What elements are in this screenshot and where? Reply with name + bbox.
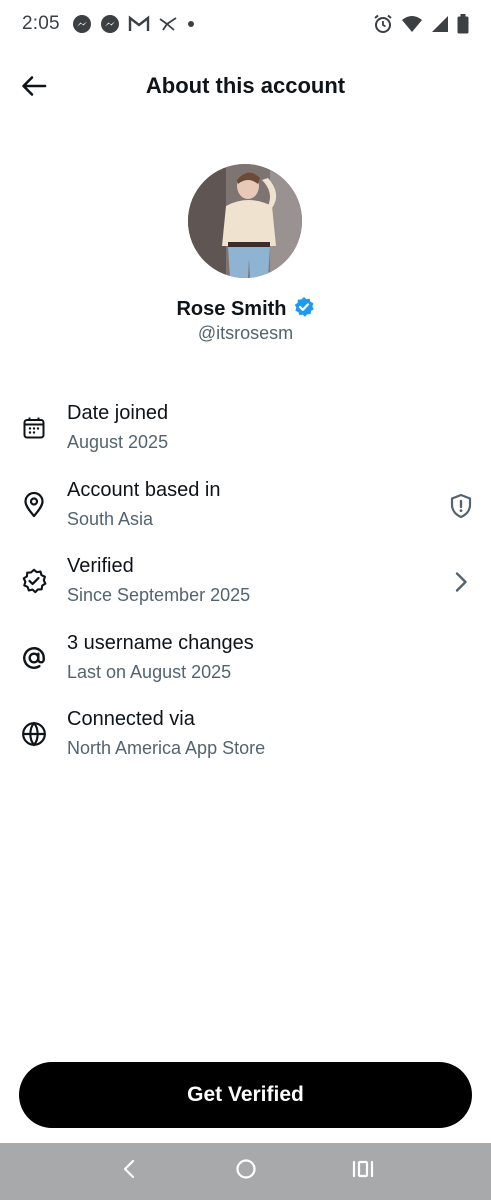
info-text: Date joined August 2025: [67, 400, 168, 455]
info-title: Verified: [67, 555, 134, 577]
status-bar: 2:05: [0, 0, 491, 48]
username: @itsrosesm: [197, 323, 294, 343]
battery-icon: [457, 14, 469, 34]
info-text: Connected via North America App Store: [67, 706, 265, 761]
info-text: Account based in South Asia: [67, 477, 220, 532]
info-subtitle: North America App Store: [67, 738, 266, 758]
page-title: About this account: [145, 73, 346, 98]
info-title: Connected via: [67, 708, 195, 730]
get-verified-button[interactable]: Get Verified: [19, 1062, 472, 1128]
info-subtitle: South Asia: [67, 508, 154, 529]
home-circle-icon: [235, 1158, 257, 1185]
nav-home-button[interactable]: [226, 1152, 266, 1192]
globe-icon: [20, 720, 48, 748]
info-row-date-joined: Date joined August 2025: [0, 392, 491, 469]
info-row-verified[interactable]: Verified Since September 2025: [0, 545, 491, 622]
info-row-username-changes: 3 username changes Last on August 2025: [0, 622, 491, 699]
display-name: Rose Smith: [176, 298, 287, 320]
signal-icon: [431, 15, 449, 33]
dot-icon: [186, 19, 196, 29]
messenger-icon: [100, 14, 120, 34]
calendar-icon: [20, 414, 48, 442]
gmail-icon: [128, 15, 150, 33]
info-subtitle: Since September 2025: [67, 585, 251, 605]
avatar[interactable]: [188, 164, 302, 278]
info-row-account-based-in: Account based in South Asia: [0, 469, 491, 546]
info-subtitle: August 2025: [67, 432, 169, 452]
alarm-icon: [373, 14, 393, 34]
verified-check-icon: [293, 296, 315, 323]
info-title: 3 username changes: [67, 631, 254, 654]
nav-back-button[interactable]: [109, 1152, 149, 1192]
status-right: [373, 14, 469, 34]
display-name-row: Rose Smith: [0, 296, 491, 323]
back-triangle-icon: [121, 1158, 137, 1185]
info-text: 3 username changes Last on August 2025: [67, 630, 254, 685]
info-list: Date joined August 2025 Account based in…: [0, 392, 491, 775]
info-text: Verified Since September 2025: [67, 553, 250, 608]
verified-badge-icon: [20, 567, 48, 595]
status-time: 2:05: [22, 13, 60, 34]
info-subtitle: Last on August 2025: [67, 661, 232, 682]
wifi-icon: [401, 15, 423, 33]
nav-recents-button[interactable]: [343, 1152, 383, 1192]
system-nav-bar: [0, 1143, 491, 1200]
twitter-icon: [158, 15, 178, 33]
location-pin-icon: [20, 491, 48, 519]
header: About this account: [0, 60, 491, 116]
shield-alert-icon[interactable]: [447, 492, 475, 520]
recents-icon: [351, 1159, 375, 1184]
chevron-right-icon[interactable]: [447, 568, 475, 596]
status-left: 2:05: [22, 13, 196, 35]
info-row-connected-via: Connected via North America App Store: [0, 698, 491, 775]
at-sign-icon: [20, 644, 48, 672]
messenger-icon: [72, 14, 92, 34]
info-title: Account based in: [67, 478, 221, 501]
info-title: Date joined: [67, 402, 169, 424]
